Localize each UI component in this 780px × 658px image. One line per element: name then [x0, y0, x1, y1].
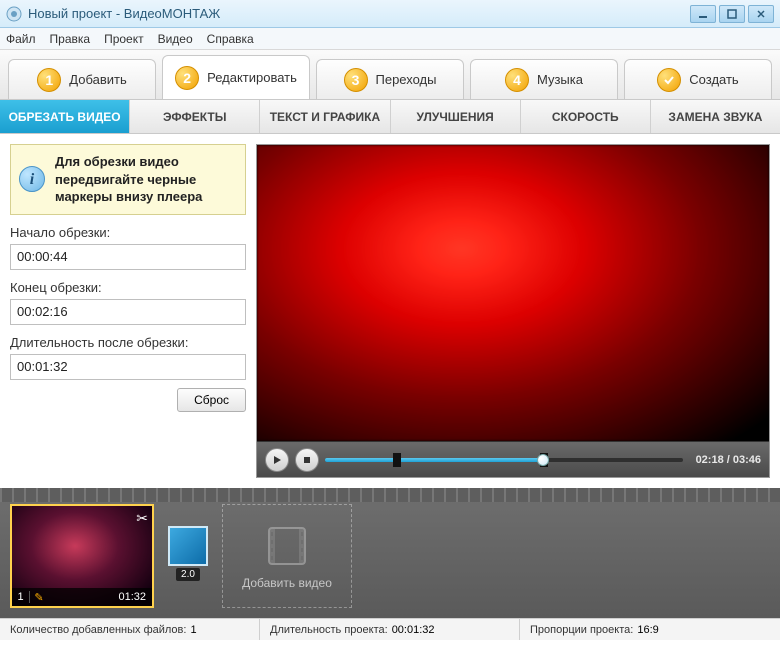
add-video-label: Добавить видео [242, 576, 332, 590]
scissors-icon: ✂ [136, 510, 148, 527]
trim-end-label: Конец обрезки: [10, 280, 246, 295]
step-tab-transitions[interactable]: 3 Переходы [316, 59, 464, 99]
preview-pane: 02:18 / 03:46 [256, 144, 770, 478]
statusbar: Количество добавленных файлов: 1 Длитель… [0, 618, 780, 640]
menu-project[interactable]: Проект [104, 32, 144, 46]
video-frame[interactable] [257, 145, 769, 441]
playback-bar: 02:18 / 03:46 [257, 441, 769, 477]
video-still [257, 145, 769, 441]
clip-duration: 01:32 [48, 591, 152, 603]
step-badge-3: 3 [344, 68, 368, 92]
subtab-textgfx[interactable]: ТЕКСТ И ГРАФИКА [260, 100, 390, 133]
step-badge-check [657, 68, 681, 92]
hint-text: Для обрезки видео передвигайте черные ма… [55, 154, 202, 204]
reset-button[interactable]: Сброс [177, 388, 246, 412]
minimize-button[interactable] [690, 5, 716, 23]
subtab-trim[interactable]: ОБРЕЗАТЬ ВИДЕО [0, 100, 130, 133]
timeline-clip[interactable]: ✂ 1 ✎ 01:32 [10, 504, 154, 608]
add-video-slot[interactable]: Добавить видео [222, 504, 352, 608]
filmstrip-icon [263, 522, 311, 570]
step-tab-music[interactable]: 4 Музыка [470, 59, 618, 99]
close-button[interactable] [748, 5, 774, 23]
sub-tabs: ОБРЕЗАТЬ ВИДЕО ЭФФЕКТЫ ТЕКСТ И ГРАФИКА У… [0, 100, 780, 134]
info-icon: i [19, 166, 45, 192]
status-aspect-value: 16:9 [637, 624, 658, 636]
step-badge-1: 1 [37, 68, 61, 92]
step-label-create: Создать [689, 72, 738, 87]
menu-file[interactable]: Файл [6, 32, 36, 46]
trim-end-input[interactable] [10, 299, 246, 325]
trim-after-label: Длительность после обрезки: [10, 335, 246, 350]
step-badge-4: 4 [505, 68, 529, 92]
step-label-music: Музыка [537, 72, 583, 87]
subtab-effects[interactable]: ЭФФЕКТЫ [130, 100, 260, 133]
transition-tile[interactable]: 2.0 [164, 526, 212, 586]
trim-panel: i Для обрезки видео передвигайте черные … [10, 144, 246, 478]
status-aspect: Пропорции проекта: 16:9 [520, 619, 780, 640]
trim-start-label: Начало обрезки: [10, 225, 246, 240]
scrub-fill [325, 458, 543, 462]
play-button[interactable] [265, 448, 289, 472]
transition-thumb [168, 526, 208, 566]
window-title: Новый проект - ВидеоМОНТАЖ [28, 6, 220, 21]
step-tab-add[interactable]: 1 Добавить [8, 59, 156, 99]
step-tab-create[interactable]: Создать [624, 59, 772, 99]
stop-button[interactable] [295, 448, 319, 472]
time-display: 02:18 / 03:46 [689, 454, 761, 466]
titlebar: Новый проект - ВидеоМОНТАЖ [0, 0, 780, 28]
status-duration-label: Длительность проекта: [270, 624, 388, 636]
status-files-value: 1 [190, 624, 196, 636]
status-aspect-label: Пропорции проекта: [530, 624, 633, 636]
clip-footer: 1 ✎ 01:32 [12, 588, 152, 606]
trim-after-input[interactable] [10, 354, 246, 380]
menu-help[interactable]: Справка [207, 32, 254, 46]
step-tab-edit[interactable]: 2 Редактировать [162, 55, 310, 99]
app-icon [6, 6, 22, 22]
status-files: Количество добавленных файлов: 1 [0, 619, 260, 640]
pencil-icon[interactable]: ✎ [30, 591, 48, 604]
status-files-label: Количество добавленных файлов: [10, 624, 186, 636]
transition-duration: 2.0 [176, 568, 200, 581]
timeline: ✂ 1 ✎ 01:32 2.0 Добавить видео [0, 488, 780, 618]
hint-box: i Для обрезки видео передвигайте черные … [10, 144, 246, 215]
main-area: i Для обрезки видео передвигайте черные … [0, 134, 780, 488]
subtab-improve[interactable]: УЛУЧШЕНИЯ [391, 100, 521, 133]
subtab-speed[interactable]: СКОРОСТЬ [521, 100, 651, 133]
status-duration: Длительность проекта: 00:01:32 [260, 619, 520, 640]
menubar: Файл Правка Проект Видео Справка [0, 28, 780, 50]
step-label-add: Добавить [69, 72, 126, 87]
scrub-thumb[interactable] [537, 454, 549, 466]
step-tabs: 1 Добавить 2 Редактировать 3 Переходы 4 Музы… [0, 50, 780, 100]
subtab-audioswap[interactable]: ЗАМЕНА ЗВУКА [651, 100, 780, 133]
scrub-bar[interactable] [325, 451, 683, 469]
trim-start-input[interactable] [10, 244, 246, 270]
step-label-transitions: Переходы [376, 72, 437, 87]
menu-edit[interactable]: Правка [50, 32, 91, 46]
step-badge-2: 2 [175, 66, 199, 90]
status-duration-value: 00:01:32 [392, 624, 435, 636]
menu-video[interactable]: Видео [158, 32, 193, 46]
maximize-button[interactable] [719, 5, 745, 23]
step-label-edit: Редактировать [207, 70, 297, 85]
trim-marker-start[interactable] [393, 453, 401, 467]
clip-index: 1 [12, 591, 30, 603]
